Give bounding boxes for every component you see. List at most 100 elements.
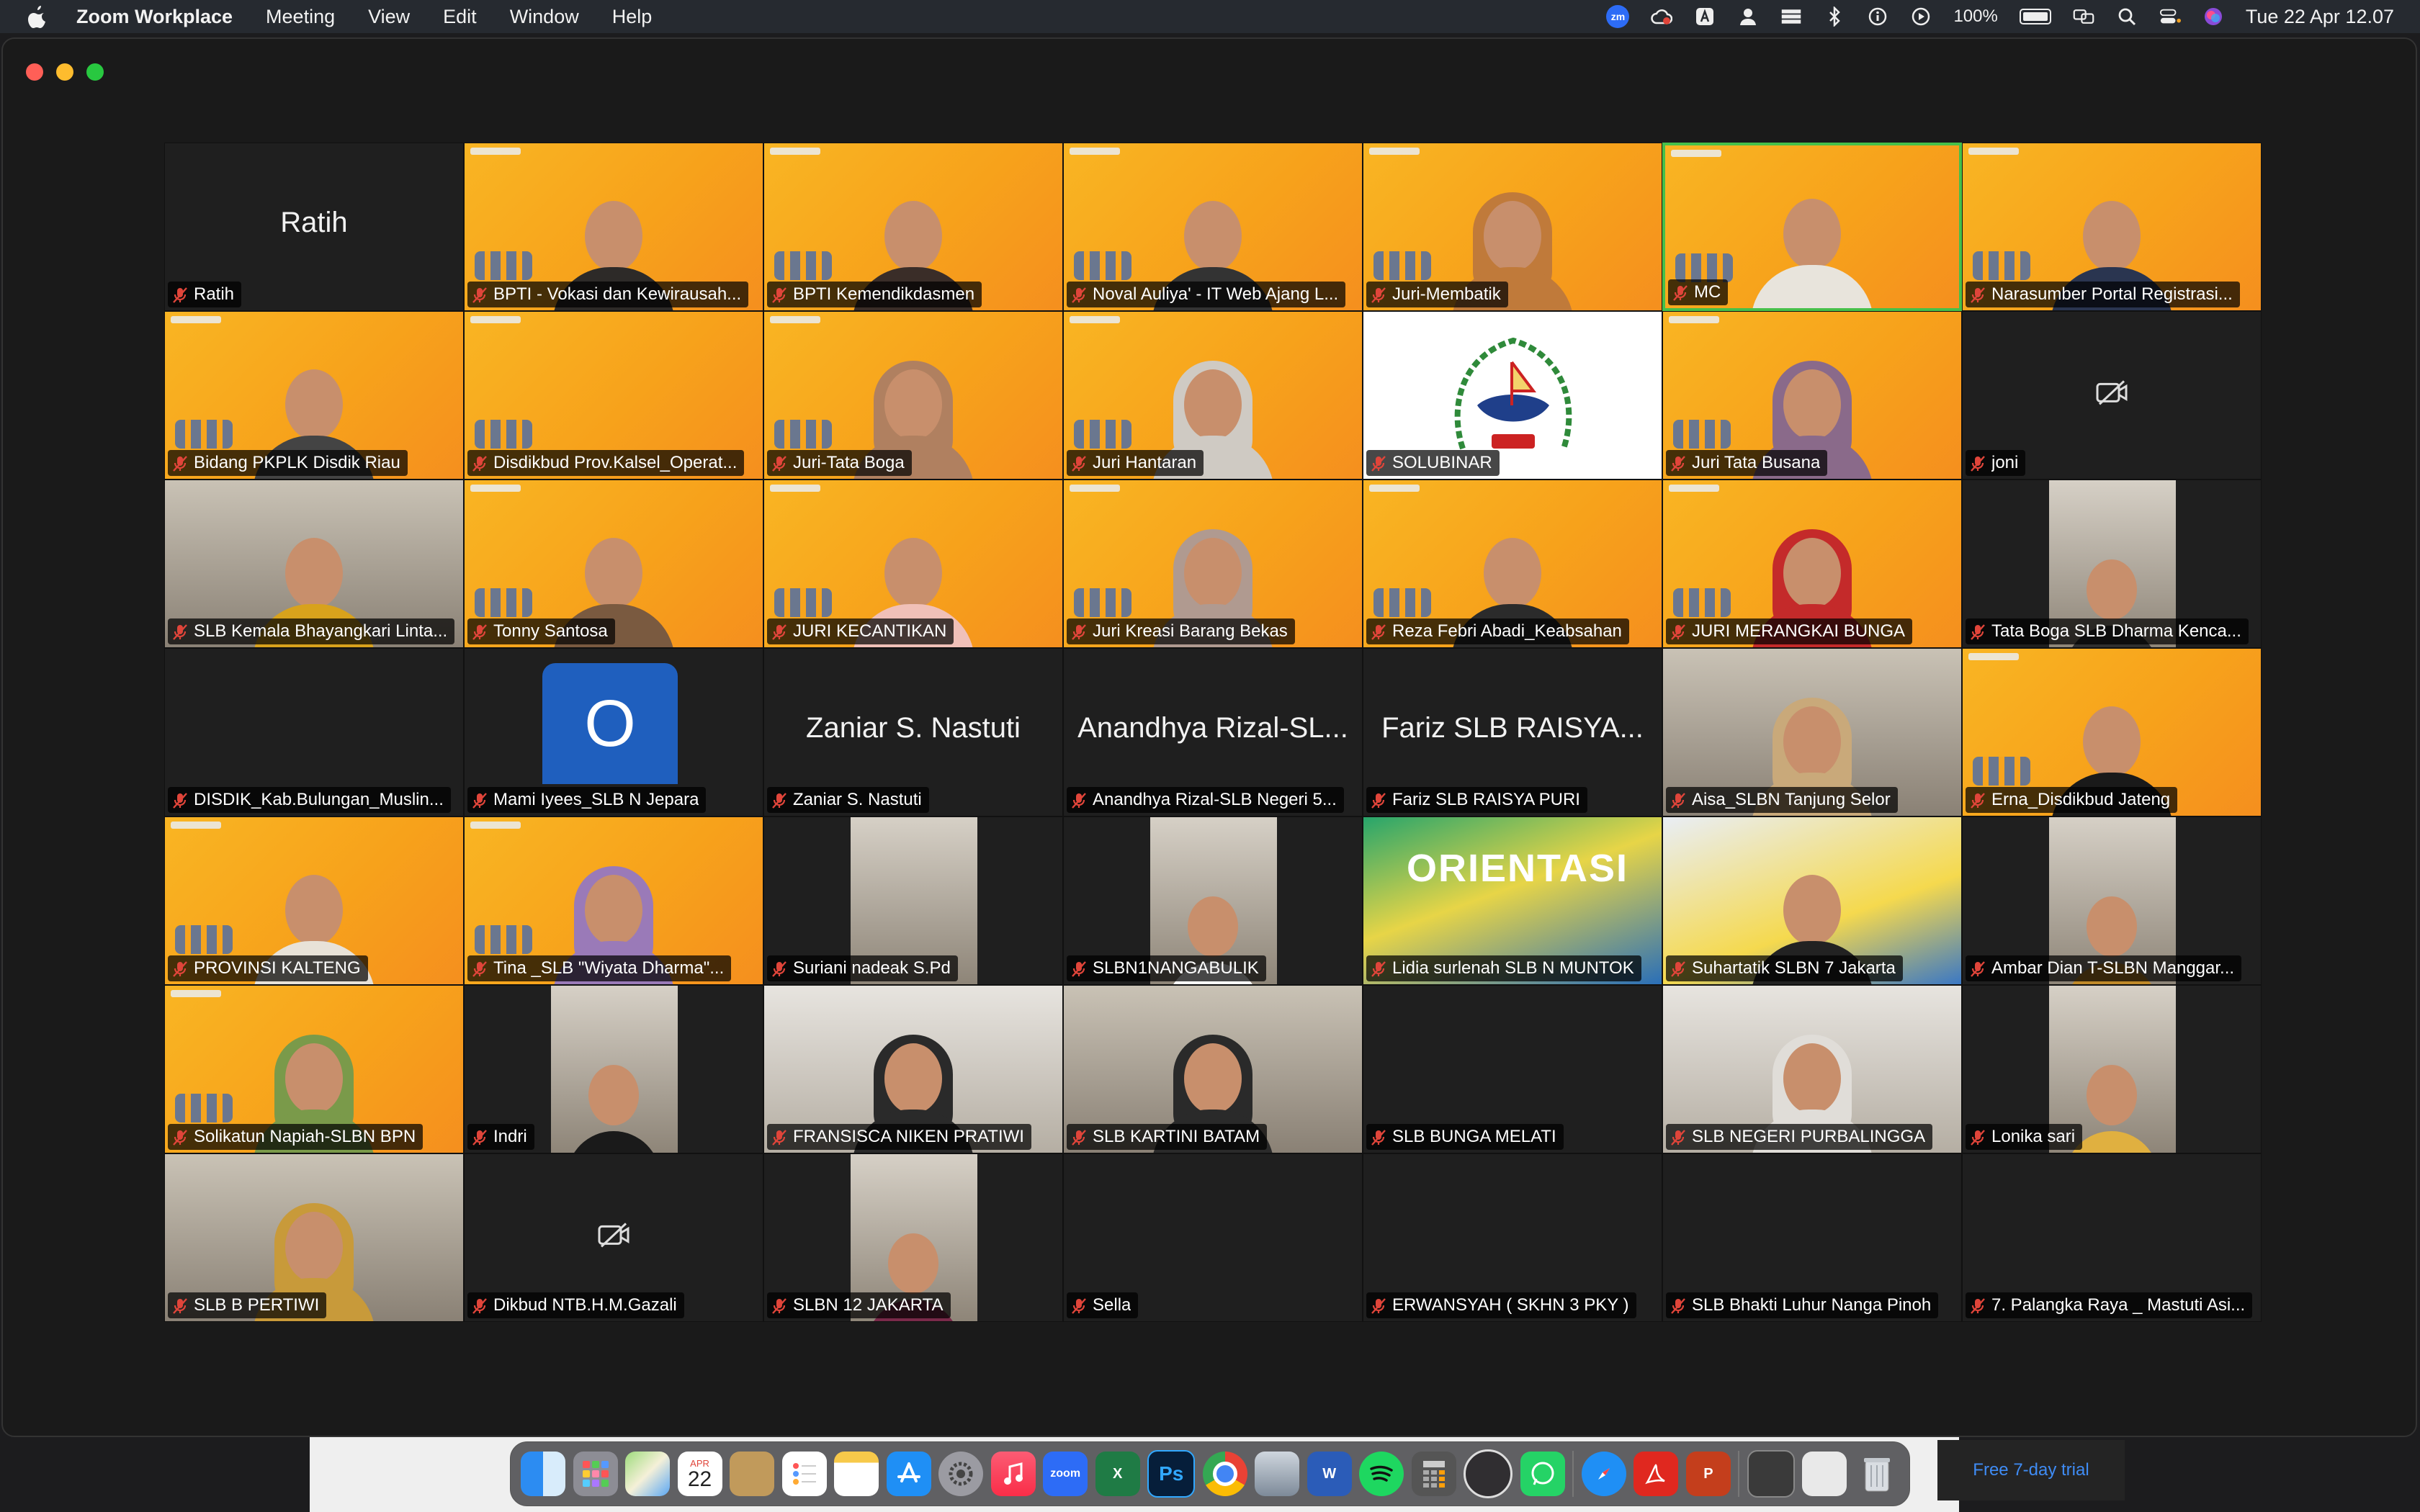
battery-icon[interactable] [2019, 9, 2051, 24]
minimize-window-button[interactable] [56, 63, 73, 81]
participant-tile[interactable]: JURI MERANGKAI BUNGA [1662, 480, 1962, 648]
finder-app-icon[interactable] [521, 1452, 565, 1496]
notes-app-icon[interactable] [834, 1452, 879, 1496]
menu-clock[interactable]: Tue 22 Apr 12.07 [2246, 6, 2394, 28]
participant-tile[interactable]: Suhartatik SLBN 7 Jakarta [1662, 816, 1962, 985]
participant-tile[interactable]: Noval Auliya' - IT Web Ajang L... [1063, 143, 1363, 311]
participant-tile[interactable]: MC [1662, 143, 1962, 311]
participant-tile[interactable]: Solikatun Napiah-SLBN BPN [164, 985, 464, 1153]
participant-tile[interactable]: Tina _SLB "Wiyata Dharma"... [464, 816, 763, 985]
chrome-app-icon[interactable] [1202, 1452, 1247, 1496]
participant-tile[interactable]: SLBN 12 JAKARTA [763, 1153, 1063, 1322]
participant-tile[interactable]: PROVINSI KALTENG [164, 816, 464, 985]
word-app-icon[interactable]: W [1307, 1452, 1352, 1496]
spotify-app-icon[interactable] [1359, 1452, 1404, 1496]
participant-tile[interactable]: Bidang PKPLK Disdik Riau [164, 311, 464, 480]
participant-tile[interactable]: Juri-Tata Boga [763, 311, 1063, 480]
stack-icon[interactable] [1780, 6, 1802, 27]
participant-tile[interactable]: Indri [464, 985, 763, 1153]
participant-tile[interactable]: SLB BUNGA MELATI [1363, 985, 1662, 1153]
participant-tile[interactable]: joni [1962, 311, 2262, 480]
participant-tile[interactable]: Tata Boga SLB Dharma Kenca... [1962, 480, 2262, 648]
participant-tile[interactable]: Disdikbud Prov.Kalsel_Operat... [464, 311, 763, 480]
menu-app-name[interactable]: Zoom Workplace [76, 6, 233, 28]
info-icon[interactable] [1867, 6, 1888, 27]
participant-tile[interactable]: SLB KARTINI BATAM [1063, 985, 1363, 1153]
participant-tile[interactable]: DISDIK_Kab.Bulungan_Muslin... [164, 648, 464, 816]
whatsapp-app-icon[interactable] [1520, 1452, 1565, 1496]
obs-app-icon[interactable] [1464, 1449, 1513, 1498]
text-input-icon[interactable] [1694, 6, 1716, 27]
powerpoint-app-icon[interactable]: P [1685, 1452, 1731, 1496]
participant-tile[interactable]: BPTI Kemendikdasmen [763, 143, 1063, 311]
acrobat-app-icon[interactable] [1634, 1452, 1679, 1496]
menu-window[interactable]: Window [510, 6, 579, 28]
menu-meeting[interactable]: Meeting [266, 6, 335, 28]
participant-tile[interactable]: Sella [1063, 1153, 1363, 1322]
control-center-icon[interactable] [2159, 6, 2181, 27]
app-store-icon[interactable] [886, 1452, 931, 1496]
free-trial-link[interactable]: Free 7-day trial [1937, 1440, 2125, 1500]
participant-tile[interactable]: SOLUBINAR [1363, 311, 1662, 480]
cloud-sync-icon[interactable] [1651, 6, 1673, 27]
participant-tile[interactable]: Fariz SLB RAISYA... Fariz SLB RAISYA PURI [1363, 648, 1662, 816]
menu-view[interactable]: View [368, 6, 410, 28]
participant-tile[interactable]: Suriani nadeak S.Pd [763, 816, 1063, 985]
participant-tile[interactable]: Ambar Dian T-SLBN Manggar... [1962, 816, 2262, 985]
apple-menu-icon[interactable] [26, 4, 48, 29]
participant-tile[interactable]: SLB Kemala Bhayangkari Linta... [164, 480, 464, 648]
preview-app-icon[interactable] [1255, 1452, 1300, 1496]
participant-tile[interactable]: Tonny Santosa [464, 480, 763, 648]
participant-tile[interactable]: Lonika sari [1962, 985, 2262, 1153]
participant-tile[interactable]: Juri Tata Busana [1662, 311, 1962, 480]
fullscreen-window-button[interactable] [86, 63, 104, 81]
spotlight-search-icon[interactable] [2116, 6, 2138, 27]
participant-tile[interactable]: SLB B PERTIWI [164, 1153, 464, 1322]
participant-tile[interactable]: Juri-Membatik [1363, 143, 1662, 311]
reminders-app-icon[interactable] [781, 1452, 827, 1496]
safari-app-icon[interactable] [1581, 1452, 1626, 1496]
contacts-app-icon[interactable] [730, 1452, 775, 1496]
user-icon[interactable] [1737, 6, 1759, 27]
downloads-stack-icon[interactable] [1802, 1452, 1847, 1496]
participant-tile[interactable]: Juri Kreasi Barang Bekas [1063, 480, 1363, 648]
participant-tile[interactable]: Aisa_SLBN Tanjung Selor [1662, 648, 1962, 816]
participant-tile[interactable]: BPTI - Vokasi dan Kewirausah... [464, 143, 763, 311]
menu-edit[interactable]: Edit [443, 6, 477, 28]
photoshop-app-icon[interactable]: Ps [1147, 1450, 1196, 1498]
participant-tile[interactable]: Erna_Disdikbud Jateng [1962, 648, 2262, 816]
calendar-app-icon[interactable]: APR 22 [677, 1452, 722, 1496]
participant-tile[interactable]: ORIENTASI Lidia surlenah SLB N MUNTOK [1363, 816, 1662, 985]
system-settings-app-icon[interactable] [938, 1452, 984, 1496]
participant-tile[interactable]: SLB NEGERI PURBALINGGA [1662, 985, 1962, 1153]
participant-tile[interactable]: Ratih Ratih [164, 143, 464, 311]
bluetooth-icon[interactable] [1824, 6, 1845, 27]
participant-tile[interactable]: FRANSISCA NIKEN PRATIWI [763, 985, 1063, 1153]
maps-app-icon[interactable] [625, 1452, 671, 1496]
close-window-button[interactable] [26, 63, 43, 81]
participant-tile[interactable]: Reza Febri Abadi_Keabsahan [1363, 480, 1662, 648]
siri-icon[interactable] [2202, 6, 2224, 27]
screen-mirroring-icon[interactable] [2073, 6, 2094, 27]
participant-tile[interactable]: SLBN1NANGABULIK [1063, 816, 1363, 985]
participant-tile[interactable]: Juri Hantaran [1063, 311, 1363, 480]
participant-tile[interactable]: 7. Palangka Raya _ Mastuti Asi... [1962, 1153, 2262, 1322]
launchpad-app-icon[interactable] [573, 1452, 618, 1496]
menu-help[interactable]: Help [612, 6, 653, 28]
minimized-window-thumbnail[interactable] [1747, 1450, 1795, 1498]
participant-tile[interactable]: JURI KECANTIKAN [763, 480, 1063, 648]
zoom-status-icon[interactable]: zm [1606, 5, 1630, 28]
zoom-app-icon[interactable]: zoom [1043, 1452, 1088, 1496]
participant-tile[interactable]: Dikbud NTB.H.M.Gazali [464, 1153, 763, 1322]
trash-icon[interactable] [1855, 1452, 1899, 1496]
excel-app-icon[interactable]: X [1095, 1452, 1140, 1496]
participant-tile[interactable]: O Mami Iyees_SLB N Jepara [464, 648, 763, 816]
music-app-icon[interactable] [990, 1452, 1036, 1496]
participant-tile[interactable]: Anandhya Rizal-SL... Anandhya Rizal-SLB N… [1063, 648, 1363, 816]
calculator-app-icon[interactable] [1411, 1452, 1456, 1496]
play-icon[interactable] [1910, 6, 1932, 27]
participant-tile[interactable]: ERWANSYAH ( SKHN 3 PKY ) [1363, 1153, 1662, 1322]
participant-tile[interactable]: Narasumber Portal Registrasi... [1962, 143, 2262, 311]
participant-tile[interactable]: SLB Bhakti Luhur Nanga Pinoh [1662, 1153, 1962, 1322]
participant-tile[interactable]: Zaniar S. Nastuti Zaniar S. Nastuti [763, 648, 1063, 816]
